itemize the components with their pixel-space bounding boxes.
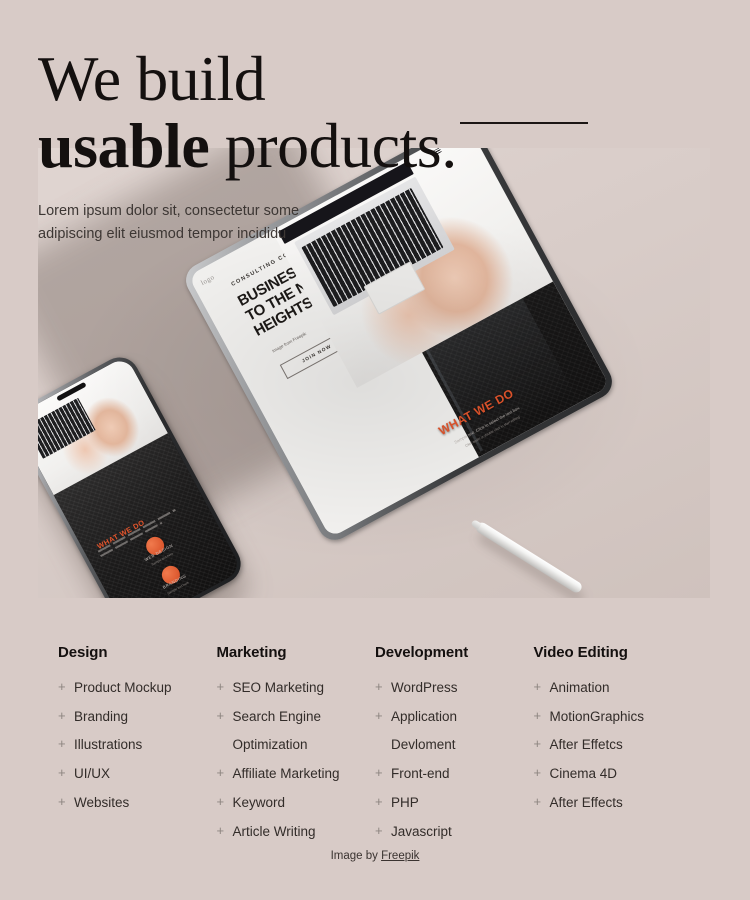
list-item-label: Optimization [232, 737, 308, 753]
plus-icon: + [216, 707, 225, 723]
list-item-label: Cinema 4D [549, 766, 618, 782]
plus-icon: + [216, 793, 225, 809]
list-item[interactable]: + Product Mockup [58, 679, 217, 697]
list-item-label: Animation [549, 680, 610, 695]
list-item[interactable]: + Branding [58, 708, 217, 726]
list-item-label: Affiliate Marketing [232, 766, 340, 782]
list-item-label: PHP [391, 794, 419, 810]
headline-rule-decoration [460, 122, 588, 124]
service-column-video-editing: Video Editing + Animation + MotionGraphics… [534, 644, 693, 851]
page-title: We build usable products. [38, 43, 638, 178]
list-item[interactable]: + Animation [534, 679, 693, 697]
hero-text-block: We build usable products. [38, 43, 638, 178]
hero-subheading: Lorem ipsum dolor sit, consectetur some … [38, 203, 300, 243]
plus-icon: + [216, 765, 225, 781]
list-item-label: Application [391, 708, 458, 724]
list-item[interactable]: + Cinema 4D [534, 765, 693, 783]
list-item[interactable]: + After Effects [534, 794, 693, 812]
plus-icon: + [375, 679, 383, 694]
list-item[interactable]: + UI/UX [58, 765, 217, 783]
list-item-label: Product Mockup [74, 680, 172, 695]
list-item[interactable]: + Article Writing [217, 823, 376, 841]
service-column-design: Design + Product Mockup + Branding + Illust… [58, 644, 217, 851]
list-item[interactable]: + Illustrations [58, 736, 217, 754]
list-item[interactable]: + After Effetcs [534, 736, 693, 754]
tablet-logo: logo [199, 273, 217, 288]
list-item-label: MotionGraphics [549, 708, 645, 724]
plus-icon: + [58, 707, 66, 723]
list-item-continuation[interactable]: Optimization [217, 736, 376, 754]
list-item[interactable]: + MotionGraphics [534, 708, 693, 726]
list-item-label: WordPress [391, 680, 458, 695]
list-item[interactable]: + WordPress [375, 679, 534, 697]
service-column-marketing: Marketing + SEO Marketing + Search Engine … [217, 644, 376, 851]
stylus-pen [474, 520, 584, 595]
image-credit: Image by Freepik [0, 850, 750, 862]
plus-icon: + [375, 822, 383, 838]
plus-icon: + [58, 765, 66, 781]
list-item[interactable]: + Search Engine [217, 708, 376, 726]
list-item-label: Front-end [391, 766, 450, 782]
list-item[interactable]: + Keyword [217, 794, 376, 812]
list-item-label: After Effetcs [549, 737, 623, 753]
list-item-label: After Effects [549, 794, 623, 810]
column-title: Video Editing [533, 644, 628, 661]
plus-icon: + [533, 793, 542, 809]
list-item-label: Javascript [391, 823, 452, 839]
plus-icon: + [375, 707, 383, 723]
plus-icon: + [58, 679, 66, 694]
column-title: Marketing [216, 644, 287, 661]
headline-line-2: usable products. [38, 114, 638, 178]
column-title: Development [375, 644, 469, 661]
plus-icon: + [375, 793, 383, 809]
headline-line-1: We build [38, 43, 266, 114]
plus-icon: + [216, 679, 225, 694]
credit-prefix: Image by [330, 850, 382, 862]
freepik-link[interactable]: Freepik [381, 850, 419, 862]
list-item[interactable]: + PHP [375, 794, 534, 812]
list-item[interactable]: + Application [375, 708, 534, 726]
list-item-label: Devloment [391, 737, 456, 753]
list-item-continuation[interactable]: Devloment [375, 736, 534, 754]
list-item-label: SEO Marketing [232, 680, 325, 695]
list-item-label: Branding [74, 708, 129, 724]
headline-bold-word: usable [38, 110, 210, 182]
plus-icon: + [58, 793, 66, 809]
plus-icon: + [375, 765, 383, 781]
headline-rest: products. [209, 110, 457, 182]
column-title: Design [58, 644, 108, 661]
service-column-development: Development + WordPress + Application Devl… [375, 644, 534, 851]
plus-icon: + [58, 736, 66, 752]
list-item[interactable]: + Javascript [375, 823, 534, 841]
list-item-label: Search Engine [232, 708, 322, 724]
phone-laptop-keyboard [38, 398, 96, 459]
list-item[interactable]: + Websites [58, 794, 217, 812]
list-item-label: Keyword [232, 794, 286, 810]
list-item-label: UI/UX [74, 766, 111, 782]
plus-icon: + [216, 822, 225, 838]
plus-icon: + [533, 736, 542, 752]
plus-icon: + [533, 707, 542, 723]
list-item[interactable]: + Affiliate Marketing [217, 765, 376, 783]
plus-icon: + [533, 679, 542, 694]
list-item[interactable]: + Front-end [375, 765, 534, 783]
list-item-label: Article Writing [232, 823, 316, 839]
list-item-label: Illustrations [74, 737, 143, 753]
plus-icon: + [533, 765, 542, 781]
service-columns: Design + Product Mockup + Branding + Illust… [58, 644, 692, 851]
list-item[interactable]: + SEO Marketing [217, 679, 376, 697]
list-item-label: Websites [74, 794, 130, 810]
